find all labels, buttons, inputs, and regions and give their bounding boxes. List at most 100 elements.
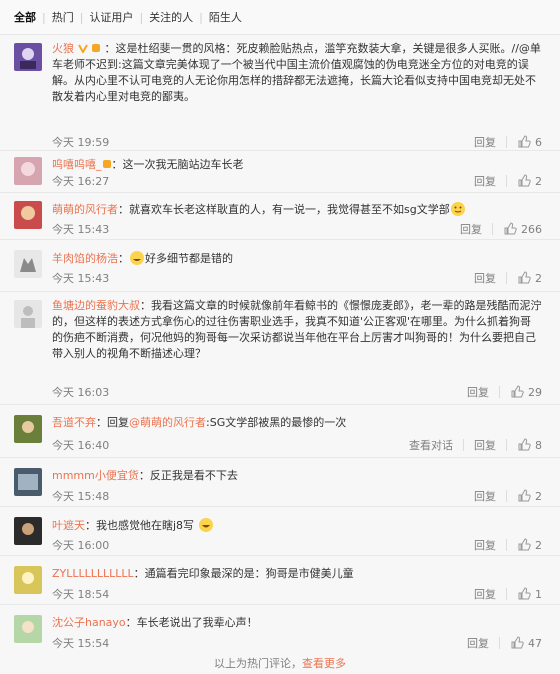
like-button[interactable]: 47 bbox=[510, 636, 542, 650]
commenter-name[interactable]: 萌萌的风行者 bbox=[52, 203, 118, 216]
comment-item: 鱼塘边的蚕豹大叔：我看这篇文章的时候就像前年看鲸书的《憬憬庞麦郎》，老一辈的路是… bbox=[0, 292, 560, 405]
avatar[interactable] bbox=[14, 201, 42, 229]
comment-time: 今天 16:00 bbox=[52, 539, 110, 552]
avatar[interactable] bbox=[14, 250, 42, 278]
tab-hot[interactable]: 热门 bbox=[46, 9, 80, 25]
reply-button[interactable]: 回复 bbox=[474, 437, 496, 453]
reply-button[interactable]: 回复 bbox=[474, 488, 496, 504]
commenter-name[interactable]: mmmm小便宜货 bbox=[52, 469, 139, 482]
comment-text: 就喜欢车长老这样耿直的人，有一说一，我觉得甚至不如sg文学部 bbox=[129, 203, 450, 216]
member-icon bbox=[102, 160, 111, 168]
like-button[interactable]: 2 bbox=[517, 489, 542, 503]
reply-button[interactable]: 回复 bbox=[474, 270, 496, 286]
like-count: 2 bbox=[535, 174, 542, 188]
reply-button[interactable]: 回复 bbox=[474, 134, 496, 150]
like-button[interactable]: 6 bbox=[517, 135, 542, 149]
commenter-name[interactable]: 呜嘻呜嘻_ bbox=[52, 158, 102, 171]
avatar[interactable] bbox=[14, 468, 42, 496]
view-conversation-button[interactable]: 查看对话 bbox=[409, 437, 453, 453]
grin-emoji-icon bbox=[130, 251, 144, 265]
hot-comments-footer: 以上为热门评论，查看更多 bbox=[214, 657, 346, 670]
comment-text: 这是杜绍斐一贯的风格：死皮赖脸贴热点，滥竽充数装大拿，关键是很多人买账。//@单… bbox=[52, 42, 541, 103]
comment-item: 火狼 ：这是杜绍斐一贯的风格：死皮赖脸贴热点，滥竽充数装大拿，关键是很多人买账。… bbox=[0, 35, 560, 151]
comment-text: 反正我是看不下去 bbox=[149, 469, 238, 482]
avatar[interactable] bbox=[14, 300, 42, 328]
comment-time: 今天 15:43 bbox=[52, 223, 110, 236]
like-count: 29 bbox=[528, 385, 542, 399]
comment-item: ZYLLLLLLLLLLL：通篇看完印象最深的是：狗哥是市健美儿童 今天 18:… bbox=[0, 556, 560, 605]
mention-link[interactable]: @萌萌的风行者 bbox=[129, 416, 206, 429]
reply-button[interactable]: 回复 bbox=[474, 586, 496, 602]
thumbs-up-icon bbox=[518, 538, 531, 551]
like-button[interactable]: 1 bbox=[517, 587, 542, 601]
tab-all[interactable]: 全部 bbox=[14, 9, 42, 25]
commenter-name[interactable]: 火狼 bbox=[52, 42, 74, 55]
comment-text: 好多细节都是错的 bbox=[145, 252, 233, 265]
commenter-name[interactable]: 鱼塘边的蚕豹大叔 bbox=[52, 299, 140, 312]
reply-button[interactable]: 回复 bbox=[467, 635, 489, 651]
thumbs-up-icon bbox=[518, 135, 531, 148]
like-count: 2 bbox=[535, 538, 542, 552]
comment-item: 呜嘻呜嘻_ ：这一次我无脑站边车长老 今天 16:27 回复 2 bbox=[0, 151, 560, 193]
like-count: 1 bbox=[535, 587, 542, 601]
reply-button[interactable]: 回复 bbox=[474, 537, 496, 553]
comment-time: 今天 15:54 bbox=[52, 637, 110, 650]
comment-time: 今天 16:03 bbox=[52, 386, 110, 399]
avatar[interactable] bbox=[14, 615, 42, 643]
thumbs-up-icon bbox=[511, 385, 524, 398]
like-button[interactable]: 8 bbox=[517, 438, 542, 452]
comment-item: 羊肉馅的杨浩： 好多细节都是错的 今天 15:43 回复 2 bbox=[0, 240, 560, 292]
avatar[interactable] bbox=[14, 566, 42, 594]
commenter-name[interactable]: 羊肉馅的杨浩 bbox=[52, 252, 118, 265]
comment-time: 今天 19:59 bbox=[52, 136, 110, 149]
reply-button[interactable]: 回复 bbox=[474, 173, 496, 189]
thumbs-up-icon bbox=[511, 636, 524, 649]
comment-time: 今天 15:43 bbox=[52, 272, 110, 285]
avatar[interactable] bbox=[14, 157, 42, 185]
filter-tabs: 全部 | 热门 | 认证用户 | 关注的人 | 陌生人 bbox=[0, 0, 560, 35]
tab-verified[interactable]: 认证用户 bbox=[83, 9, 139, 25]
like-count: 6 bbox=[535, 135, 542, 149]
smile-emoji-icon bbox=[450, 202, 465, 216]
comment-time: 今天 16:40 bbox=[52, 439, 110, 452]
thumbs-up-icon bbox=[504, 222, 517, 235]
thumbs-up-icon bbox=[518, 587, 531, 600]
like-button[interactable]: 266 bbox=[503, 222, 542, 236]
like-button[interactable]: 2 bbox=[517, 271, 542, 285]
view-more-link[interactable]: 查看更多 bbox=[302, 657, 346, 670]
comment-text: 这一次我无脑站边车长老 bbox=[122, 158, 244, 171]
tab-following[interactable]: 关注的人 bbox=[143, 9, 199, 25]
reply-button[interactable]: 回复 bbox=[467, 384, 489, 400]
like-count: 2 bbox=[535, 489, 542, 503]
thumbs-up-icon bbox=[518, 489, 531, 502]
tab-strangers[interactable]: 陌生人 bbox=[203, 9, 248, 25]
comment-item: 萌萌的风行者：就喜欢车长老这样耿直的人，有一说一，我觉得甚至不如sg文学部 今天… bbox=[0, 193, 560, 240]
commenter-name[interactable]: 叶遮天 bbox=[52, 519, 85, 532]
thumbs-up-icon bbox=[518, 438, 531, 451]
thumbs-up-icon bbox=[518, 271, 531, 284]
thumbs-up-icon bbox=[518, 174, 531, 187]
commenter-name[interactable]: 沈公子hanayo bbox=[52, 616, 126, 629]
laugh-emoji-icon bbox=[198, 518, 213, 532]
like-count: 47 bbox=[528, 636, 542, 650]
comment-item: 吾道不弃：回复@萌萌的风行者:SG文学部被黑的最惨的一次 今天 16:40 查看… bbox=[0, 405, 560, 458]
comment-text: 我也感觉他在瞎j8写 bbox=[96, 519, 195, 532]
like-button[interactable]: 2 bbox=[517, 174, 542, 188]
like-count: 8 bbox=[535, 438, 542, 452]
comment-time: 今天 18:54 bbox=[52, 588, 110, 601]
like-count: 266 bbox=[521, 222, 542, 236]
reply-button[interactable]: 回复 bbox=[460, 221, 482, 237]
comments-panel: 全部 | 热门 | 认证用户 | 关注的人 | 陌生人 火狼 ：这是杜绍斐一贯的… bbox=[0, 0, 560, 674]
avatar[interactable] bbox=[14, 43, 42, 71]
comment-item: 叶遮天：我也感觉他在瞎j8写 今天 16:00 回复 2 bbox=[0, 507, 560, 556]
avatar[interactable] bbox=[14, 415, 42, 443]
commenter-name[interactable]: 吾道不弃 bbox=[52, 416, 96, 429]
commenter-name[interactable]: ZYLLLLLLLLLLL bbox=[52, 567, 134, 580]
member-icon bbox=[92, 44, 100, 52]
avatar[interactable] bbox=[14, 517, 42, 545]
like-count: 2 bbox=[535, 271, 542, 285]
like-button[interactable]: 29 bbox=[510, 385, 542, 399]
comment-list: 火狼 ：这是杜绍斐一贯的风格：死皮赖脸贴热点，滥竽充数装大拿，关键是很多人买账。… bbox=[0, 35, 560, 653]
comment-item: 沈公子hanayo：车长老说出了我辈心声！ 今天 15:54 回复 47 bbox=[0, 605, 560, 653]
like-button[interactable]: 2 bbox=[517, 538, 542, 552]
